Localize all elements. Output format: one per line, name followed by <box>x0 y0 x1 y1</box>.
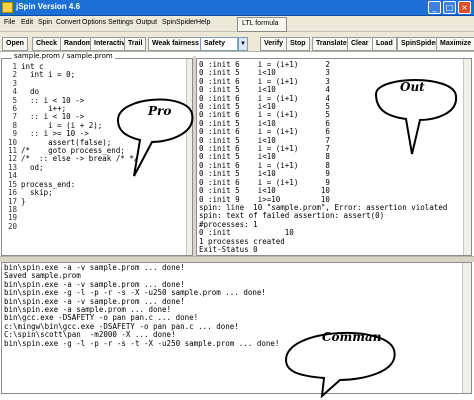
close-window-button[interactable]: × <box>458 1 471 14</box>
prog-speech-bubble <box>116 98 194 177</box>
menu-file[interactable]: File <box>4 19 15 26</box>
weak-fairness-checkbox[interactable]: Weak fairness <box>148 37 203 51</box>
open-button[interactable]: Open <box>2 37 28 51</box>
minimize-button[interactable]: _ <box>428 1 441 14</box>
title-bar: jSpin Version 4.6 _ □ × <box>0 0 474 16</box>
menu-spin[interactable]: Spin <box>38 19 52 26</box>
line-numbers: 1 2 3 4 5 6 7 8 9 10 11 12 13 14 15 16 1… <box>7 62 17 231</box>
window-title: jSpin Version 4.6 <box>16 2 81 11</box>
maximize-window-button[interactable]: □ <box>443 1 456 14</box>
menu-output[interactable]: Output <box>136 19 157 26</box>
maximize-button[interactable]: Maximize <box>436 37 474 51</box>
stop-button[interactable]: Stop <box>286 37 310 51</box>
console-scrollbar[interactable] <box>462 263 471 393</box>
command-bubble-label: Comman <box>322 330 382 344</box>
editor-file-tab[interactable]: sample.prom / sample.prom <box>12 52 115 60</box>
menu-edit[interactable]: Edit <box>21 19 33 26</box>
menu-settings[interactable]: Settings <box>108 19 133 26</box>
menu-options[interactable]: Options <box>82 19 106 26</box>
load-button[interactable]: Load <box>372 37 397 51</box>
translate-button[interactable]: Translate <box>312 37 351 51</box>
console-text: bin\spin.exe -a -v sample.prom ... done!… <box>4 263 280 348</box>
output-scrollbar[interactable] <box>463 59 471 255</box>
prog-bubble-label: Pro <box>148 104 172 118</box>
java-app-icon <box>2 2 13 13</box>
menu-spinspider[interactable]: SpinSpider <box>162 19 196 26</box>
menu-convert[interactable]: Convert <box>56 19 81 26</box>
trail-button[interactable]: Trail <box>124 37 147 51</box>
verify-button[interactable]: Verify <box>260 37 288 51</box>
ltl-formula-tab[interactable]: LTL formula <box>237 17 287 32</box>
chevron-down-icon[interactable]: ▼ <box>238 37 248 51</box>
menu-help[interactable]: Help <box>196 19 210 26</box>
check-button[interactable]: Check <box>32 37 62 51</box>
out-bubble-label: Out <box>400 80 425 94</box>
clear-button[interactable]: Clear <box>347 37 373 51</box>
safety-select[interactable]: Safety <box>200 37 238 51</box>
